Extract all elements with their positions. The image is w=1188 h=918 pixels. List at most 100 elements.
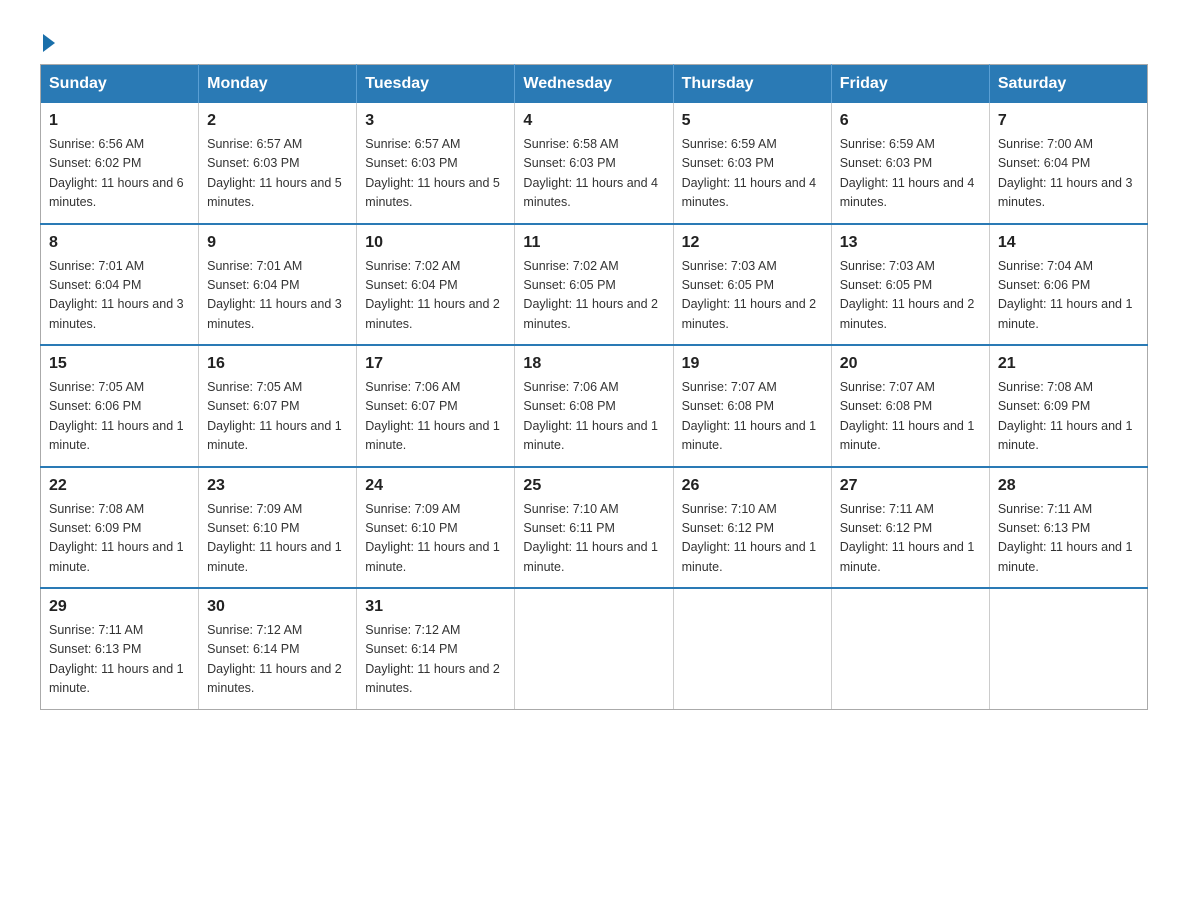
day-number: 15: [49, 352, 190, 376]
day-info: Sunrise: 7:07 AMSunset: 6:08 PMDaylight:…: [682, 378, 823, 456]
day-cell-24: 24Sunrise: 7:09 AMSunset: 6:10 PMDayligh…: [357, 467, 515, 589]
calendar-table: Sunday Monday Tuesday Wednesday Thursday…: [40, 64, 1148, 710]
week-row-2: 8Sunrise: 7:01 AMSunset: 6:04 PMDaylight…: [41, 224, 1148, 346]
logo-arrow-icon: [43, 34, 55, 52]
header: [40, 30, 1148, 52]
header-tuesday: Tuesday: [357, 65, 515, 104]
header-monday: Monday: [199, 65, 357, 104]
day-number: 31: [365, 595, 506, 619]
header-wednesday: Wednesday: [515, 65, 673, 104]
week-row-1: 1Sunrise: 6:56 AMSunset: 6:02 PMDaylight…: [41, 103, 1148, 224]
day-info: Sunrise: 6:56 AMSunset: 6:02 PMDaylight:…: [49, 135, 190, 213]
day-cell-7: 7Sunrise: 7:00 AMSunset: 6:04 PMDaylight…: [989, 103, 1147, 224]
day-number: 11: [523, 231, 664, 255]
day-info: Sunrise: 7:08 AMSunset: 6:09 PMDaylight:…: [998, 378, 1139, 456]
day-info: Sunrise: 6:57 AMSunset: 6:03 PMDaylight:…: [365, 135, 506, 213]
day-cell-15: 15Sunrise: 7:05 AMSunset: 6:06 PMDayligh…: [41, 345, 199, 467]
logo: [40, 30, 55, 52]
day-number: 28: [998, 474, 1139, 498]
day-number: 13: [840, 231, 981, 255]
day-cell-8: 8Sunrise: 7:01 AMSunset: 6:04 PMDaylight…: [41, 224, 199, 346]
day-number: 12: [682, 231, 823, 255]
day-info: Sunrise: 7:11 AMSunset: 6:13 PMDaylight:…: [998, 500, 1139, 578]
weekday-header-row: Sunday Monday Tuesday Wednesday Thursday…: [41, 65, 1148, 104]
day-cell-22: 22Sunrise: 7:08 AMSunset: 6:09 PMDayligh…: [41, 467, 199, 589]
day-cell-31: 31Sunrise: 7:12 AMSunset: 6:14 PMDayligh…: [357, 588, 515, 709]
day-cell-21: 21Sunrise: 7:08 AMSunset: 6:09 PMDayligh…: [989, 345, 1147, 467]
day-number: 8: [49, 231, 190, 255]
day-info: Sunrise: 7:02 AMSunset: 6:04 PMDaylight:…: [365, 257, 506, 335]
day-number: 17: [365, 352, 506, 376]
day-cell-18: 18Sunrise: 7:06 AMSunset: 6:08 PMDayligh…: [515, 345, 673, 467]
header-friday: Friday: [831, 65, 989, 104]
day-info: Sunrise: 7:04 AMSunset: 6:06 PMDaylight:…: [998, 257, 1139, 335]
day-info: Sunrise: 7:10 AMSunset: 6:12 PMDaylight:…: [682, 500, 823, 578]
day-info: Sunrise: 7:01 AMSunset: 6:04 PMDaylight:…: [207, 257, 348, 335]
day-info: Sunrise: 7:11 AMSunset: 6:13 PMDaylight:…: [49, 621, 190, 699]
week-row-4: 22Sunrise: 7:08 AMSunset: 6:09 PMDayligh…: [41, 467, 1148, 589]
header-sunday: Sunday: [41, 65, 199, 104]
day-cell-28: 28Sunrise: 7:11 AMSunset: 6:13 PMDayligh…: [989, 467, 1147, 589]
day-info: Sunrise: 7:05 AMSunset: 6:06 PMDaylight:…: [49, 378, 190, 456]
day-cell-27: 27Sunrise: 7:11 AMSunset: 6:12 PMDayligh…: [831, 467, 989, 589]
day-info: Sunrise: 7:12 AMSunset: 6:14 PMDaylight:…: [365, 621, 506, 699]
day-cell-13: 13Sunrise: 7:03 AMSunset: 6:05 PMDayligh…: [831, 224, 989, 346]
day-info: Sunrise: 7:01 AMSunset: 6:04 PMDaylight:…: [49, 257, 190, 335]
week-row-5: 29Sunrise: 7:11 AMSunset: 6:13 PMDayligh…: [41, 588, 1148, 709]
empty-cell: [989, 588, 1147, 709]
day-info: Sunrise: 6:58 AMSunset: 6:03 PMDaylight:…: [523, 135, 664, 213]
page-container: Sunday Monday Tuesday Wednesday Thursday…: [40, 30, 1148, 710]
day-info: Sunrise: 7:03 AMSunset: 6:05 PMDaylight:…: [682, 257, 823, 335]
day-cell-10: 10Sunrise: 7:02 AMSunset: 6:04 PMDayligh…: [357, 224, 515, 346]
day-info: Sunrise: 7:09 AMSunset: 6:10 PMDaylight:…: [207, 500, 348, 578]
day-cell-12: 12Sunrise: 7:03 AMSunset: 6:05 PMDayligh…: [673, 224, 831, 346]
day-number: 3: [365, 109, 506, 133]
day-info: Sunrise: 7:10 AMSunset: 6:11 PMDaylight:…: [523, 500, 664, 578]
day-cell-17: 17Sunrise: 7:06 AMSunset: 6:07 PMDayligh…: [357, 345, 515, 467]
day-info: Sunrise: 7:08 AMSunset: 6:09 PMDaylight:…: [49, 500, 190, 578]
day-cell-20: 20Sunrise: 7:07 AMSunset: 6:08 PMDayligh…: [831, 345, 989, 467]
week-row-3: 15Sunrise: 7:05 AMSunset: 6:06 PMDayligh…: [41, 345, 1148, 467]
day-number: 26: [682, 474, 823, 498]
day-cell-9: 9Sunrise: 7:01 AMSunset: 6:04 PMDaylight…: [199, 224, 357, 346]
day-number: 7: [998, 109, 1139, 133]
day-cell-1: 1Sunrise: 6:56 AMSunset: 6:02 PMDaylight…: [41, 103, 199, 224]
day-number: 9: [207, 231, 348, 255]
day-number: 16: [207, 352, 348, 376]
day-number: 10: [365, 231, 506, 255]
day-number: 27: [840, 474, 981, 498]
day-number: 14: [998, 231, 1139, 255]
day-cell-25: 25Sunrise: 7:10 AMSunset: 6:11 PMDayligh…: [515, 467, 673, 589]
day-number: 25: [523, 474, 664, 498]
day-number: 18: [523, 352, 664, 376]
day-info: Sunrise: 7:03 AMSunset: 6:05 PMDaylight:…: [840, 257, 981, 335]
day-cell-5: 5Sunrise: 6:59 AMSunset: 6:03 PMDaylight…: [673, 103, 831, 224]
day-cell-11: 11Sunrise: 7:02 AMSunset: 6:05 PMDayligh…: [515, 224, 673, 346]
day-cell-19: 19Sunrise: 7:07 AMSunset: 6:08 PMDayligh…: [673, 345, 831, 467]
day-cell-4: 4Sunrise: 6:58 AMSunset: 6:03 PMDaylight…: [515, 103, 673, 224]
day-info: Sunrise: 6:59 AMSunset: 6:03 PMDaylight:…: [840, 135, 981, 213]
day-number: 5: [682, 109, 823, 133]
day-number: 19: [682, 352, 823, 376]
header-thursday: Thursday: [673, 65, 831, 104]
day-info: Sunrise: 7:09 AMSunset: 6:10 PMDaylight:…: [365, 500, 506, 578]
day-info: Sunrise: 7:11 AMSunset: 6:12 PMDaylight:…: [840, 500, 981, 578]
day-number: 30: [207, 595, 348, 619]
day-number: 24: [365, 474, 506, 498]
empty-cell: [673, 588, 831, 709]
header-saturday: Saturday: [989, 65, 1147, 104]
day-cell-23: 23Sunrise: 7:09 AMSunset: 6:10 PMDayligh…: [199, 467, 357, 589]
day-number: 21: [998, 352, 1139, 376]
day-info: Sunrise: 7:02 AMSunset: 6:05 PMDaylight:…: [523, 257, 664, 335]
day-info: Sunrise: 7:12 AMSunset: 6:14 PMDaylight:…: [207, 621, 348, 699]
day-info: Sunrise: 7:05 AMSunset: 6:07 PMDaylight:…: [207, 378, 348, 456]
day-number: 1: [49, 109, 190, 133]
day-number: 6: [840, 109, 981, 133]
day-cell-3: 3Sunrise: 6:57 AMSunset: 6:03 PMDaylight…: [357, 103, 515, 224]
day-number: 20: [840, 352, 981, 376]
day-info: Sunrise: 7:06 AMSunset: 6:07 PMDaylight:…: [365, 378, 506, 456]
day-cell-30: 30Sunrise: 7:12 AMSunset: 6:14 PMDayligh…: [199, 588, 357, 709]
day-number: 4: [523, 109, 664, 133]
day-cell-26: 26Sunrise: 7:10 AMSunset: 6:12 PMDayligh…: [673, 467, 831, 589]
empty-cell: [831, 588, 989, 709]
